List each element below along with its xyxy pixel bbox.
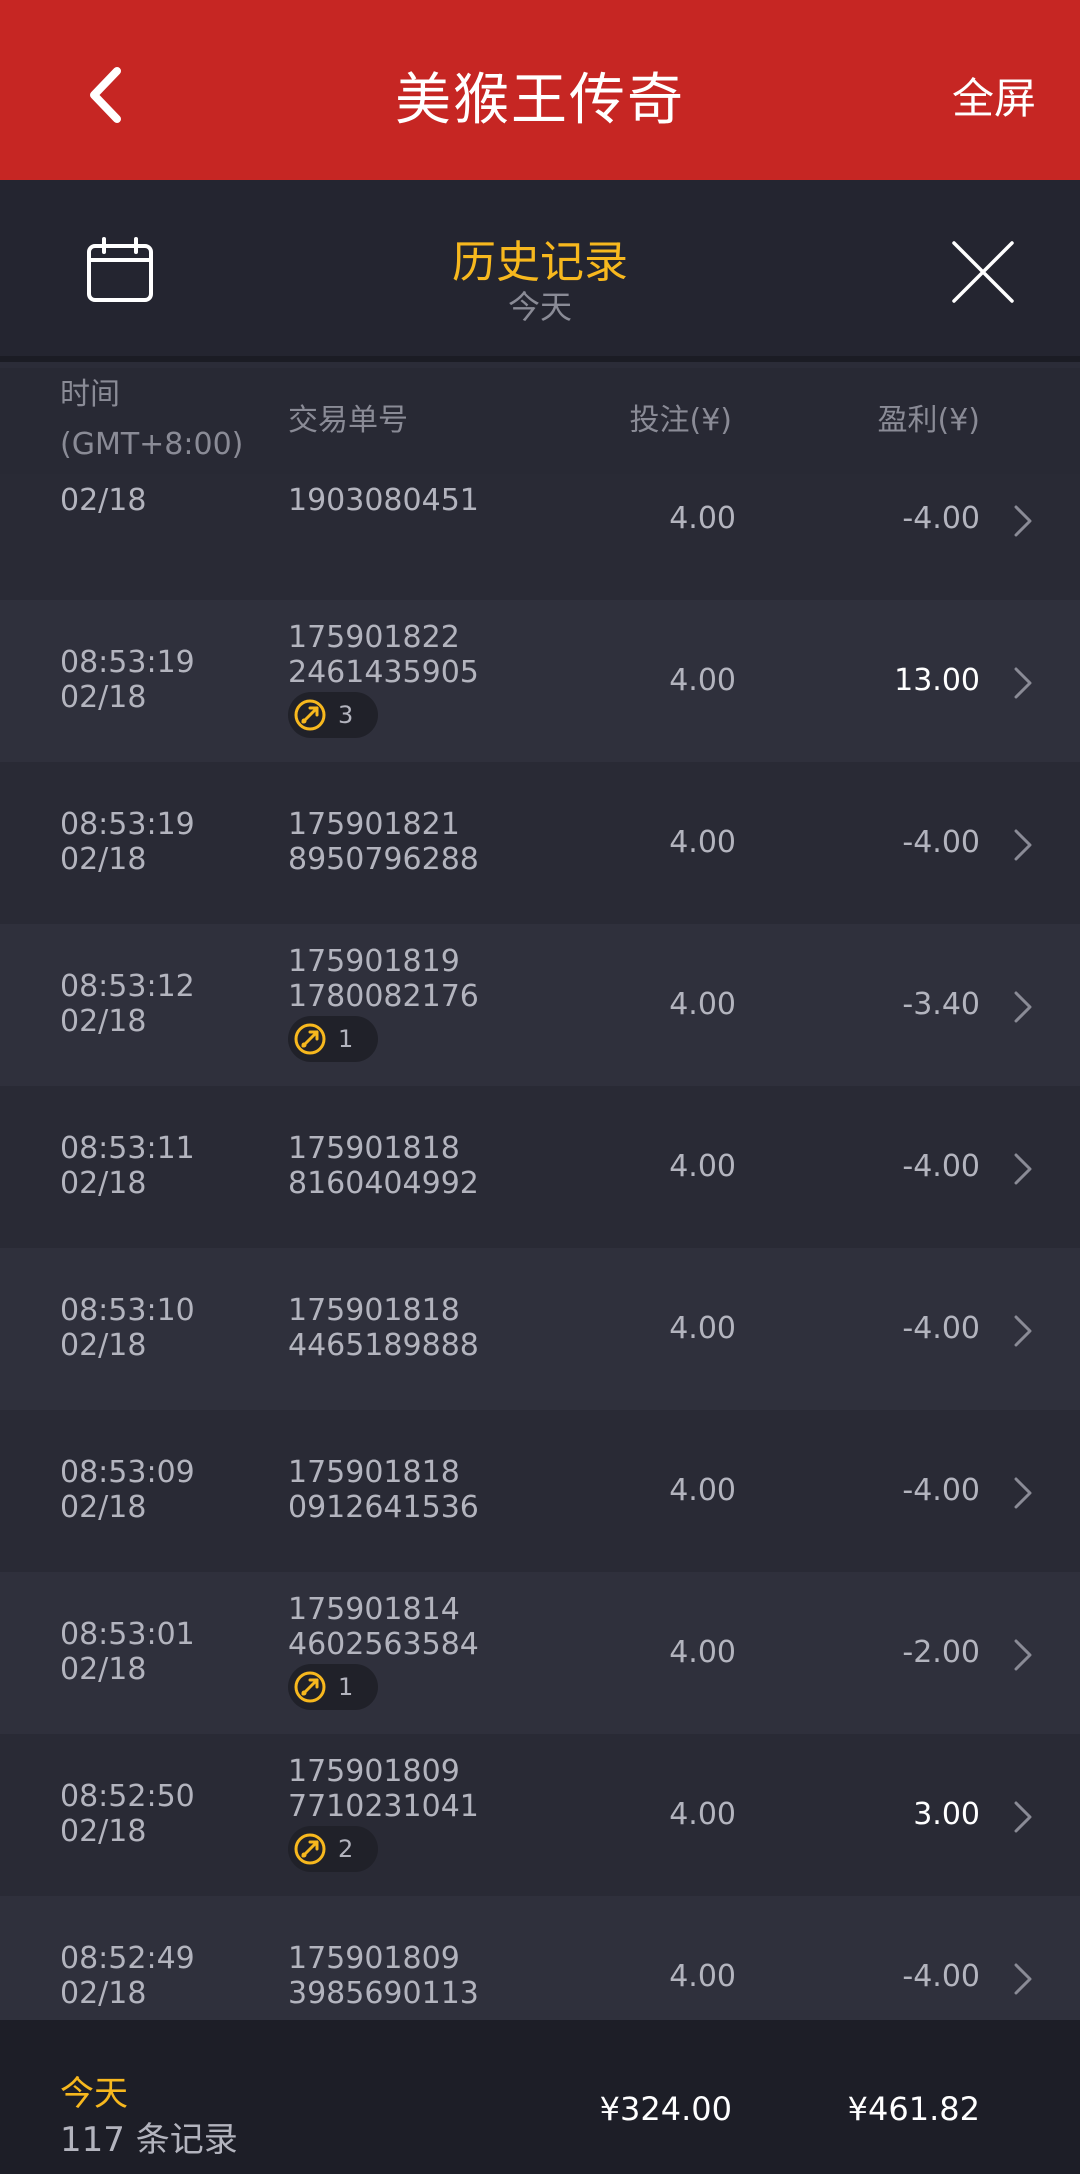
row-profit: -4.00 xyxy=(902,1311,980,1346)
chevron-right-icon xyxy=(1014,1801,1032,1833)
chevron-right-icon xyxy=(1014,1639,1032,1671)
row-time: 08:52:50 02/18 xyxy=(60,1779,195,1849)
row-bet: 4.00 xyxy=(669,1959,736,1994)
row-bet: 4.00 xyxy=(669,1797,736,1832)
row-bet: 4.00 xyxy=(669,1311,736,1346)
history-row[interactable]: 08:53:19 02/18 175901822 2461435905 3 4.00 13.… xyxy=(0,600,1080,762)
history-row[interactable]: 08:53:09 02/18 175901818 0912641536 4.00 -4.0… xyxy=(0,1410,1080,1572)
fullscreen-button[interactable]: 全屏 xyxy=(952,60,1036,130)
column-bet: 投注(¥) xyxy=(629,403,733,438)
row-profit: -4.00 xyxy=(902,501,980,536)
row-transaction-id: 1903080451 xyxy=(288,483,479,518)
row-time: 08:53:12 02/18 xyxy=(60,969,195,1039)
app: 美猴王传奇 全屏 历史记录 今天 时间 (GMT+8:00) 交易单号 投注(¥… xyxy=(0,0,1080,2174)
row-time: 08:53:09 02/18 xyxy=(60,1455,195,1525)
summary-footer: 今天 117 条记录 ¥324.00 ¥461.82 xyxy=(0,2020,1080,2174)
free-spin-count: 2 xyxy=(338,1835,354,1863)
row-transaction-id: 175901818 4465189888 xyxy=(288,1293,479,1363)
row-bet: 4.00 xyxy=(669,987,736,1022)
row-profit: -2.00 xyxy=(902,1635,980,1670)
free-spin-badge: 3 xyxy=(288,692,378,738)
row-transaction-id: 175901818 8160404992 xyxy=(288,1131,479,1201)
free-spin-badge: 2 xyxy=(288,1826,378,1872)
row-bet: 4.00 xyxy=(669,501,736,536)
row-bet: 4.00 xyxy=(669,825,736,860)
free-spin-icon xyxy=(294,1671,326,1703)
row-time: 08:53:01 02/18 xyxy=(60,1617,195,1687)
history-title: 历史记录 xyxy=(452,237,628,288)
chevron-right-icon xyxy=(1014,667,1032,699)
row-time: 08:53:11 02/18 xyxy=(60,1131,195,1201)
free-spin-badge: 1 xyxy=(288,1016,378,1062)
history-row[interactable]: 02/18 1903080451 4.00 -4.00 xyxy=(0,474,1080,600)
history-row[interactable]: 08:53:11 02/18 175901818 8160404992 4.00 -4.0… xyxy=(0,1086,1080,1248)
row-profit: -4.00 xyxy=(902,1149,980,1184)
row-transaction-id: 175901809 7710231041 xyxy=(288,1754,479,1824)
row-profit: -4.00 xyxy=(902,1959,980,1994)
history-period: 今天 xyxy=(507,288,572,326)
row-time: 08:53:10 02/18 xyxy=(60,1293,195,1363)
history-row[interactable]: 08:53:10 02/18 175901818 4465189888 4.00 -4.0… xyxy=(0,1248,1080,1410)
history-row[interactable]: 08:53:01 02/18 175901814 4602563584 1 4.00 -2.… xyxy=(0,1572,1080,1734)
free-spin-icon xyxy=(294,1023,326,1055)
row-profit: -4.00 xyxy=(902,1473,980,1508)
chevron-right-icon xyxy=(1014,505,1032,537)
total-profit: ¥461.82 xyxy=(847,2090,980,2128)
history-row[interactable]: 08:53:19 02/18 175901821 8950796288 4.00 -4.0… xyxy=(0,762,1080,924)
row-bet: 4.00 xyxy=(669,1149,736,1184)
chevron-right-icon xyxy=(1014,1477,1032,1509)
game-title: 美猴王传奇 xyxy=(395,67,685,133)
row-time: 08:53:19 02/18 xyxy=(60,807,195,877)
column-profit: 盈利(¥) xyxy=(877,403,981,438)
free-spin-count: 1 xyxy=(338,1673,354,1701)
row-time: 08:52:49 02/18 xyxy=(60,1941,195,2011)
history-row[interactable]: 08:52:50 02/18 175901809 7710231041 2 4.00 3.0… xyxy=(0,1734,1080,1896)
free-spin-count: 1 xyxy=(338,1025,354,1053)
history-header: 历史记录 今天 xyxy=(0,180,1080,362)
history-row[interactable]: 08:52:49 02/18 175901809 3985690113 4.00 -4.0… xyxy=(0,1896,1080,2020)
chevron-right-icon xyxy=(1014,1315,1032,1347)
top-bar: 美猴王传奇 全屏 xyxy=(0,0,1080,180)
row-bet: 4.00 xyxy=(669,1635,736,1670)
chevron-right-icon xyxy=(1014,1963,1032,1995)
row-transaction-id: 175901818 0912641536 xyxy=(288,1455,479,1525)
free-spin-icon xyxy=(294,699,326,731)
free-spin-count: 3 xyxy=(338,701,354,729)
row-profit: 3.00 xyxy=(913,1797,980,1832)
row-transaction-id: 175901809 3985690113 xyxy=(288,1941,479,2011)
chevron-right-icon xyxy=(1014,991,1032,1023)
row-bet: 4.00 xyxy=(669,663,736,698)
chevron-right-icon xyxy=(1014,1153,1032,1185)
close-icon[interactable] xyxy=(946,235,1020,309)
history-list[interactable]: 02/18 1903080451 4.00 -4.00 08:53:19 02/18 175… xyxy=(0,474,1080,2020)
column-time: 时间 (GMT+8:00) xyxy=(60,377,244,462)
history-row[interactable]: 08:53:12 02/18 175901819 1780082176 1 4.00 -3.… xyxy=(0,924,1080,1086)
row-transaction-id: 175901821 8950796288 xyxy=(288,807,479,877)
record-count: 117 条记录 xyxy=(60,2120,238,2160)
row-transaction-id: 175901822 2461435905 xyxy=(288,620,479,690)
row-bet: 4.00 xyxy=(669,1473,736,1508)
row-transaction-id: 175901819 1780082176 xyxy=(288,944,479,1014)
column-header: 时间 (GMT+8:00) 交易单号 投注(¥) 盈利(¥) xyxy=(0,368,1080,474)
free-spin-badge: 1 xyxy=(288,1664,378,1710)
row-transaction-id: 175901814 4602563584 xyxy=(288,1592,479,1662)
summary-period: 今天 xyxy=(60,2074,128,2114)
row-time: 08:53:19 02/18 xyxy=(60,645,195,715)
row-time: 02/18 xyxy=(60,483,147,518)
history-rows: 02/18 1903080451 4.00 -4.00 08:53:19 02/18 175… xyxy=(0,474,1080,2020)
total-bet: ¥324.00 xyxy=(599,2090,732,2128)
row-profit: -4.00 xyxy=(902,825,980,860)
row-profit: 13.00 xyxy=(894,663,980,698)
chevron-right-icon xyxy=(1014,829,1032,861)
column-transaction-id: 交易单号 xyxy=(288,403,408,438)
row-profit: -3.40 xyxy=(902,987,980,1022)
free-spin-icon xyxy=(294,1833,326,1865)
